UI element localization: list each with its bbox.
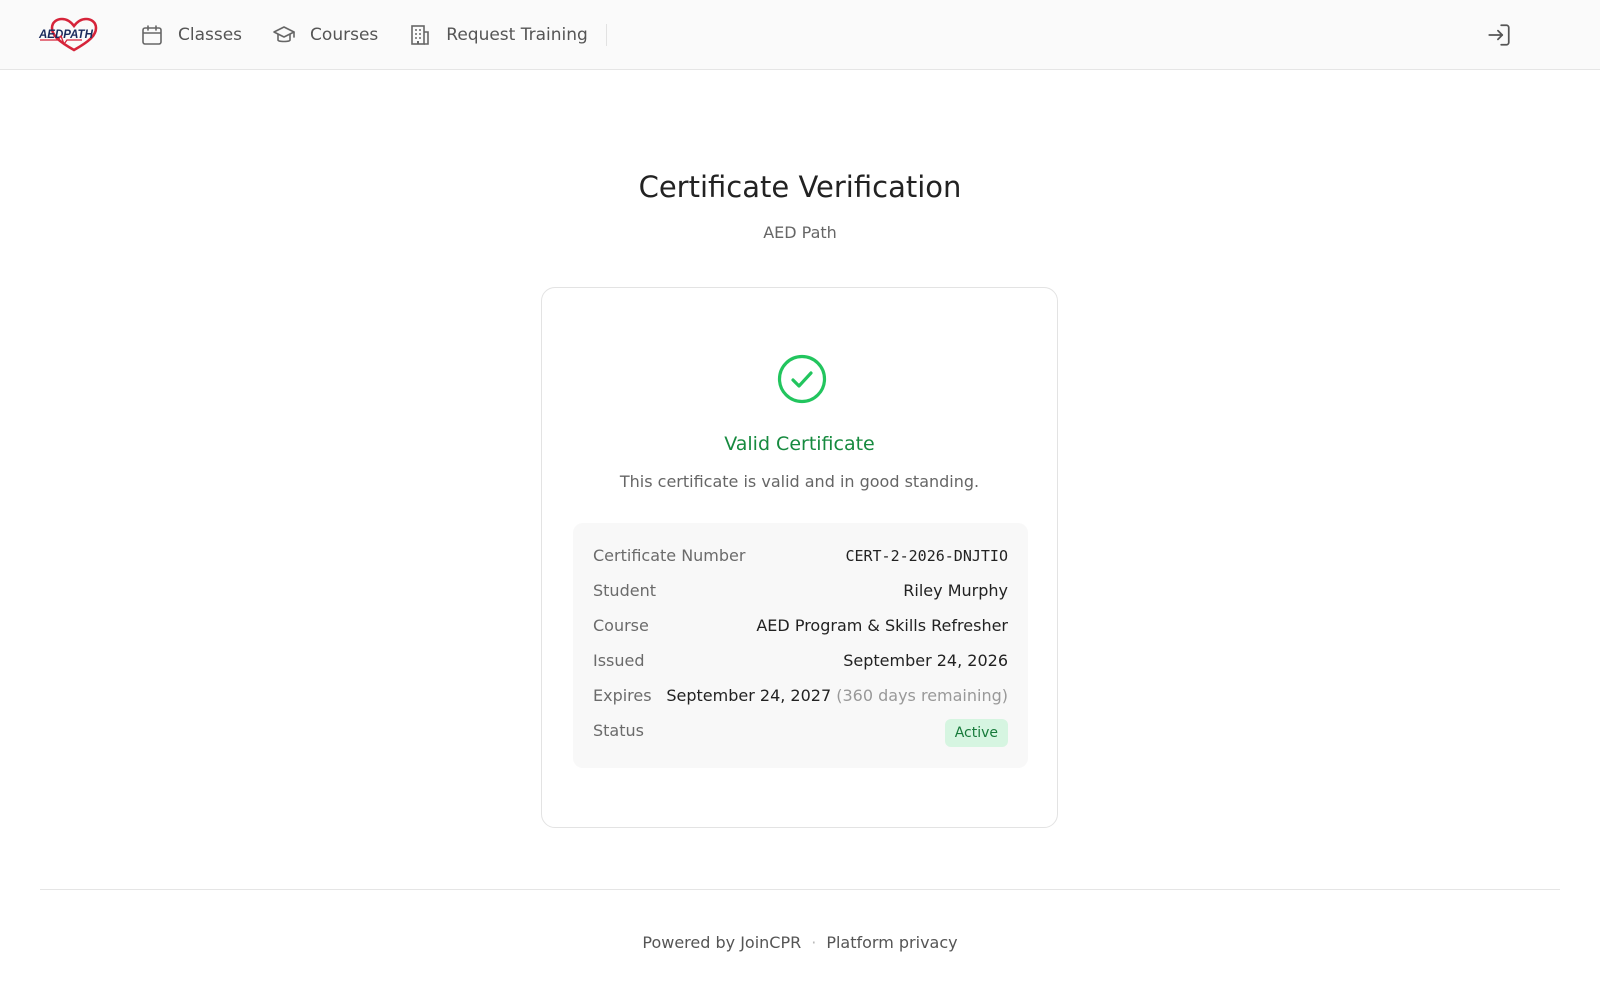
footer: Powered by JoinCPR · Platform privacy	[0, 933, 1600, 952]
aedpath-logo[interactable]: AEDPATH	[38, 17, 110, 53]
check-circle-icon	[777, 354, 827, 404]
status-badge: Active	[944, 718, 1008, 747]
sign-in-icon[interactable]	[1486, 22, 1512, 48]
building-icon	[411, 25, 430, 45]
nav-request-training[interactable]: Request Training	[408, 0, 588, 70]
certificate-details: Certificate Number CERT-2-2026-DNJTIO St…	[573, 523, 1028, 768]
nav-classes-label: Classes	[178, 25, 243, 45]
top-nav-bar: AEDPATH Classes Courses Request Training	[0, 0, 1600, 70]
nav-divider	[605, 24, 607, 46]
svg-text:AEDPATH: AEDPATH	[38, 29, 94, 41]
detail-row-student: Student Riley Murphy	[593, 573, 1008, 608]
page-title: Certificate Verification	[638, 170, 962, 204]
footer-separator: ·	[811, 933, 817, 952]
valid-certificate-description: This certificate is valid and in good st…	[619, 472, 980, 491]
footer-divider	[40, 889, 1560, 890]
issued-value: September 24, 2026	[843, 651, 1008, 670]
page-subtitle: AED Path	[763, 223, 837, 242]
status-label: Status	[593, 721, 644, 740]
certificate-number-value: CERT-2-2026-DNJTIO	[845, 546, 1008, 565]
detail-row-certificate-number: Certificate Number CERT-2-2026-DNJTIO	[593, 538, 1008, 573]
student-value: Riley Murphy	[903, 581, 1008, 600]
expires-value: September 24, 2027	[666, 686, 832, 705]
graduation-cap-icon	[273, 26, 295, 43]
expires-value-group: September 24, 2027 (360 days remaining)	[666, 686, 1008, 705]
platform-privacy-link[interactable]: Platform privacy	[826, 933, 957, 952]
verification-card: Valid Certificate This certificate is va…	[541, 287, 1058, 828]
detail-row-issued: Issued September 24, 2026	[593, 643, 1008, 678]
detail-row-expires: Expires September 24, 2027 (360 days rem…	[593, 678, 1008, 713]
student-label: Student	[593, 581, 656, 600]
certificate-number-label: Certificate Number	[593, 546, 746, 565]
detail-row-status: Status Active	[593, 713, 1008, 748]
detail-row-course: Course AED Program & Skills Refresher	[593, 608, 1008, 643]
main-nav: Classes Courses Request Training	[140, 0, 607, 70]
course-value: AED Program & Skills Refresher	[756, 616, 1008, 635]
nav-courses-label: Courses	[310, 25, 379, 45]
nav-classes[interactable]: Classes	[140, 0, 242, 70]
nav-request-training-label: Request Training	[446, 25, 588, 45]
calendar-icon	[142, 25, 162, 45]
powered-by-link[interactable]: Powered by JoinCPR	[642, 933, 801, 952]
nav-courses[interactable]: Courses	[272, 0, 378, 70]
issued-label: Issued	[593, 651, 645, 670]
course-label: Course	[593, 616, 649, 635]
expires-label: Expires	[593, 686, 652, 705]
valid-certificate-title: Valid Certificate	[724, 433, 875, 455]
expires-remaining: (360 days remaining)	[836, 686, 1008, 705]
